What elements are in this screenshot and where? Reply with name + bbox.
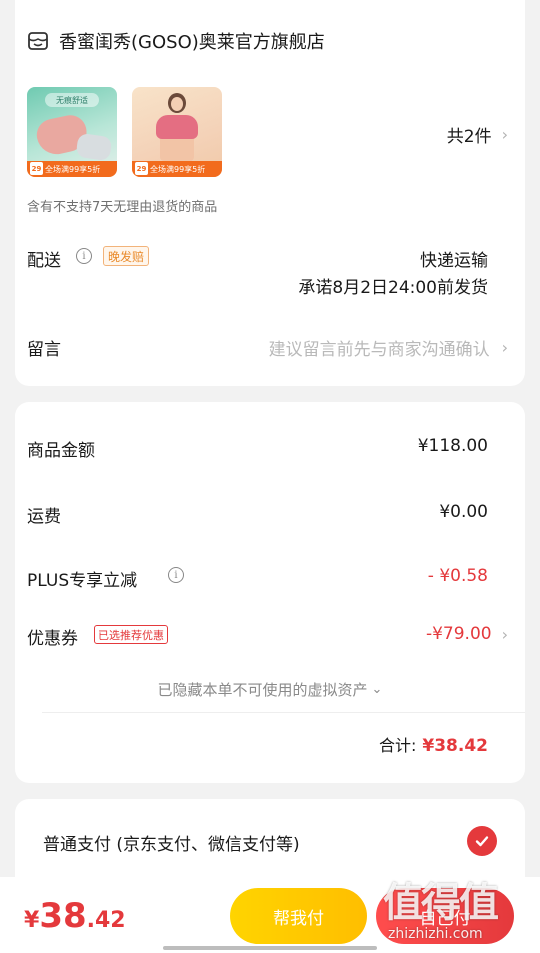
- product-thumbnail-2[interactable]: 29 全场满99享5折: [132, 87, 222, 177]
- home-indicator: [163, 946, 377, 950]
- shipping-fee-label: 运费: [27, 507, 61, 527]
- store-icon: [28, 32, 48, 50]
- info-icon[interactable]: i: [76, 248, 92, 264]
- order-total: 合计: ¥38.42: [379, 732, 488, 756]
- currency-symbol: ¥: [24, 908, 40, 933]
- item-count-link[interactable]: 共2件 ›: [447, 122, 508, 147]
- total-decimal: .42: [86, 908, 126, 933]
- delivery-method: 快递运输: [420, 251, 488, 271]
- check-icon[interactable]: [467, 826, 497, 856]
- chevron-down-icon: ⌄: [371, 682, 383, 697]
- total-value: ¥38.42: [422, 736, 488, 756]
- payment-method-label[interactable]: 普通支付 (京东支付、微信支付等): [43, 830, 300, 855]
- info-icon[interactable]: i: [168, 567, 184, 583]
- total-integer: 38: [39, 896, 87, 936]
- total-label: 合计:: [378, 736, 417, 755]
- product-image-shape: [75, 132, 113, 162]
- product-thumbnail-1[interactable]: 无痕舒适 29 全场满99享5折: [27, 87, 117, 177]
- chevron-right-icon: ›: [501, 125, 508, 144]
- product-tag: 无痕舒适: [45, 93, 99, 107]
- coupon-selector[interactable]: -¥79.00 ›: [426, 624, 508, 644]
- help-pay-button[interactable]: 帮我付: [230, 888, 367, 944]
- return-policy-note: 含有不支持7天无理由退货的商品: [27, 200, 218, 215]
- coupon-value: -¥79.00: [425, 624, 492, 644]
- goods-amount-value: ¥118.00: [417, 436, 488, 456]
- grand-total: ¥ 38 .42: [24, 896, 126, 936]
- item-count: 共2件: [446, 127, 492, 147]
- model-face: [171, 97, 183, 111]
- promo-day: 29: [30, 162, 43, 175]
- watermark-url: zhizhizhi.com: [388, 926, 483, 942]
- shop-header[interactable]: 香蜜闺秀(GOSO)奥莱官方旗舰店: [27, 28, 325, 54]
- watermark-logo: 值得值: [383, 880, 499, 926]
- coupon-label: 优惠券: [27, 629, 78, 649]
- message-placeholder: 建议留言前先与商家沟通确认: [268, 340, 490, 360]
- delivery-promise: 承诺8月2日24:00前发货: [298, 278, 488, 298]
- hidden-assets-text: 已隐藏本单不可使用的虚拟资产: [157, 681, 368, 699]
- hidden-assets-toggle[interactable]: 已隐藏本单不可使用的虚拟资产 ⌄: [0, 679, 540, 700]
- plus-discount-value: - ¥0.58: [427, 566, 488, 586]
- product-promo-banner: 29 全场满99享5折: [132, 161, 222, 177]
- product-image-shape: [156, 115, 198, 139]
- delivery-label: 配送: [27, 251, 61, 271]
- goods-amount-label: 商品金额: [27, 441, 95, 461]
- promo-day: 29: [135, 162, 148, 175]
- shop-name: 香蜜闺秀(GOSO)奥莱官方旗舰店: [59, 32, 325, 53]
- product-promo-banner: 29 全场满99享5折: [27, 161, 117, 177]
- coupon-recommend-badge: 已选推荐优惠: [94, 625, 168, 644]
- plus-discount-label: PLUS专享立减: [27, 571, 138, 591]
- shop-card: [15, 0, 525, 386]
- chevron-right-icon: ›: [501, 338, 508, 357]
- message-label: 留言: [27, 340, 61, 360]
- message-input[interactable]: 建议留言前先与商家沟通确认 ›: [269, 335, 508, 360]
- shipping-fee-value: ¥0.00: [439, 502, 488, 522]
- chevron-right-icon: ›: [501, 624, 508, 644]
- late-compensation-badge: 晚发赔: [103, 246, 150, 266]
- promo-text: 全场满99享5折: [150, 164, 206, 174]
- divider: [42, 712, 525, 713]
- promo-text: 全场满99享5折: [45, 164, 101, 174]
